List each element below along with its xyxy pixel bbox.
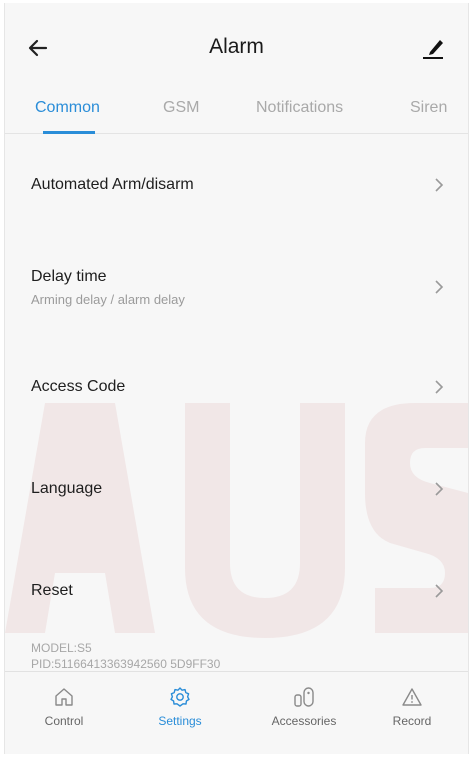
- list-item-delay-time[interactable]: Delay time Arming delay / alarm delay: [5, 234, 468, 334]
- nav-record[interactable]: Record: [357, 686, 467, 728]
- chevron-right-icon: [435, 482, 444, 496]
- list-item-label: Delay time: [31, 268, 107, 285]
- model-text: MODEL:S5: [31, 641, 92, 655]
- edit-pencil-icon: [423, 40, 443, 59]
- list-item-label: Reset: [31, 582, 73, 599]
- gear-icon: [170, 687, 190, 707]
- warning-icon: [402, 688, 422, 706]
- home-icon: [55, 688, 73, 706]
- nav-settings[interactable]: Settings: [125, 686, 235, 728]
- page-title: Alarm: [209, 35, 264, 58]
- pid-text: PID:51166413363942560 5D9FF30: [31, 657, 221, 671]
- chevron-right-icon: [435, 584, 444, 598]
- device-info: MODEL:S5 PID:51166413363942560 5D9FF30: [31, 640, 220, 672]
- list-item-automated-arm-disarm[interactable]: Automated Arm/disarm: [5, 134, 468, 234]
- tab-common[interactable]: Common: [35, 99, 100, 117]
- list-item-reset[interactable]: Reset: [5, 540, 468, 640]
- chevron-right-icon: [435, 380, 444, 394]
- app-header: Alarm: [5, 3, 468, 91]
- nav-accessories[interactable]: Accessories: [249, 686, 359, 728]
- nav-label: Settings: [158, 714, 202, 728]
- list-item-label: Language: [31, 480, 103, 497]
- nav-label: Record: [392, 714, 432, 728]
- tab-gsm[interactable]: GSM: [163, 99, 199, 117]
- bottom-navigation: Control Settings Accessories Record: [5, 671, 468, 754]
- chevron-right-icon: [435, 280, 444, 294]
- edit-button[interactable]: [416, 31, 450, 65]
- nav-control[interactable]: Control: [9, 686, 119, 728]
- tab-notifications[interactable]: Notifications: [256, 99, 343, 117]
- accessories-icon: [294, 687, 314, 707]
- list-item-language[interactable]: Language: [5, 438, 468, 538]
- nav-label: Accessories: [271, 714, 337, 728]
- list-item-label: Access Code: [31, 378, 126, 395]
- list-item-subtitle: Arming delay / alarm delay: [31, 292, 185, 307]
- chevron-right-icon: [435, 178, 444, 192]
- tab-bar: Common GSM Notifications Siren: [5, 91, 468, 134]
- tab-siren[interactable]: Siren: [410, 99, 447, 117]
- list-item-access-code[interactable]: Access Code: [5, 336, 468, 436]
- alarm-settings-screen: Alarm Common GSM Notifications Siren Aut…: [4, 3, 469, 754]
- nav-label: Control: [44, 714, 84, 728]
- list-item-label: Automated Arm/disarm: [31, 176, 194, 193]
